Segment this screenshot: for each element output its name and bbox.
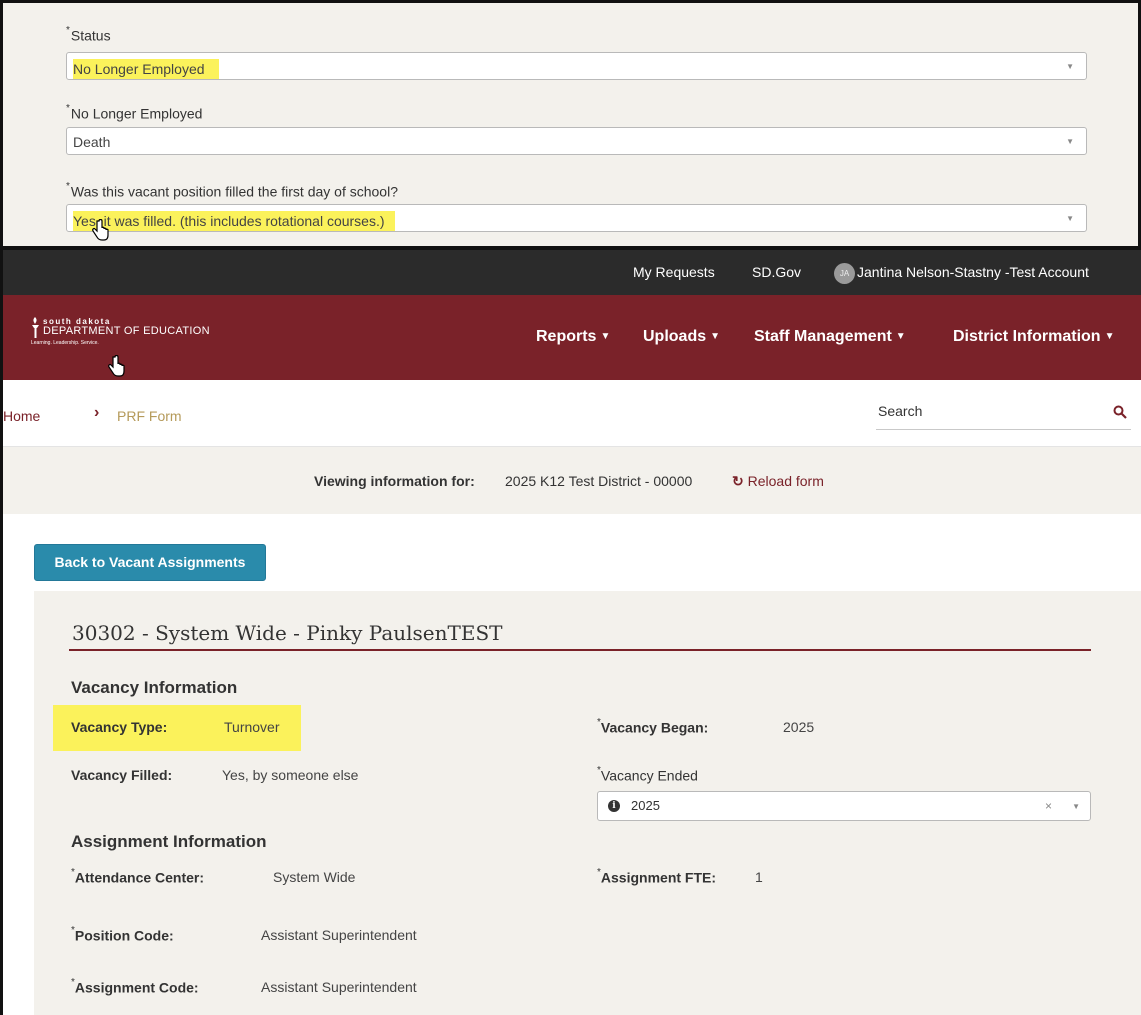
- status-value: No Longer Employed: [73, 59, 219, 79]
- vacancy-section-heading: Vacancy Information: [71, 678, 238, 697]
- vacancy-ended-value: 2025: [631, 798, 660, 813]
- position-filled-label: *Was this vacant position filled the fir…: [66, 181, 398, 200]
- main-navbar: south dakota DEPARTMENT OF EDUCATION Lea…: [3, 295, 1141, 380]
- status-label: *Status: [66, 25, 111, 44]
- reload-form-link[interactable]: ↻ Reload form: [732, 473, 824, 490]
- vacancy-type-value: Turnover: [224, 719, 280, 735]
- breadcrumb-current: PRF Form: [117, 408, 182, 424]
- assignment-code-label: *Assignment Code:: [71, 977, 199, 996]
- utility-bar: My Requests SD.Gov JA Jantina Nelson-Sta…: [3, 246, 1141, 295]
- vacancy-began-label: *Vacancy Began:: [597, 717, 709, 736]
- assignment-code-value: Assistant Superintendent: [261, 979, 417, 995]
- clear-icon[interactable]: ×: [1045, 799, 1052, 813]
- caret-down-icon: ▼: [710, 331, 721, 342]
- attendance-center-label: *Attendance Center:: [71, 867, 205, 886]
- chevron-down-icon: ▼: [1066, 62, 1074, 71]
- chevron-down-icon: ▼: [1072, 802, 1080, 811]
- hand-cursor-icon: [92, 219, 109, 241]
- vacancy-filled-label: Vacancy Filled:: [71, 767, 173, 783]
- breadcrumb-home[interactable]: Home: [3, 408, 40, 424]
- chevron-down-icon: ▼: [1066, 137, 1074, 146]
- caret-down-icon: ▼: [600, 331, 611, 342]
- position-filled-select[interactable]: Yes, it was filled. (this includes rotat…: [66, 204, 1087, 232]
- no-longer-employed-select[interactable]: Death ▼: [66, 127, 1087, 155]
- vacancy-type-label: Vacancy Type:: [71, 719, 168, 735]
- nav-uploads[interactable]: Uploads ▼: [643, 328, 720, 346]
- assignment-fte-label: *Assignment FTE:: [597, 867, 717, 886]
- nav-district-information[interactable]: District Information ▼: [953, 328, 1114, 346]
- sd-gov-link[interactable]: SD.Gov: [752, 264, 801, 280]
- position-filled-value: Yes, it was filled. (this includes rotat…: [73, 211, 395, 231]
- my-requests-link[interactable]: My Requests: [633, 264, 715, 280]
- search-icon[interactable]: [1113, 405, 1127, 419]
- title-divider: [69, 649, 1091, 651]
- caret-down-icon: ▼: [895, 331, 906, 342]
- breadcrumb: Home › PRF Form Search: [3, 380, 1141, 447]
- attendance-center-value: System Wide: [273, 869, 356, 885]
- viewing-info-bar: Viewing information for: 2025 K12 Test D…: [3, 447, 1141, 514]
- position-code-label: *Position Code:: [71, 925, 174, 944]
- page-title: 30302 - System Wide - Pinky PaulsenTEST: [72, 621, 503, 645]
- assignment-fte-value: 1: [755, 869, 763, 885]
- chevron-right-icon: ›: [94, 404, 100, 421]
- status-select[interactable]: No Longer Employed ▼: [66, 52, 1087, 80]
- vacancy-filled-value: Yes, by someone else: [222, 767, 359, 783]
- back-to-vacant-assignments-button[interactable]: Back to Vacant Assignments: [34, 544, 266, 581]
- logo-tagline: Learning. Leadership. Service.: [31, 340, 99, 346]
- form-excerpt-panel: *Status No Longer Employed ▼ *No Longer …: [0, 0, 1141, 246]
- nav-staff-management[interactable]: Staff Management ▼: [754, 328, 906, 346]
- no-longer-employed-value: Death: [73, 134, 111, 150]
- chevron-down-icon: ▼: [1066, 214, 1074, 223]
- torch-icon: [32, 317, 39, 338]
- user-account-link[interactable]: Jantina Nelson-Stastny -Test Account: [857, 264, 1089, 280]
- search-label: Search: [878, 403, 923, 419]
- assignment-section-heading: Assignment Information: [71, 832, 267, 851]
- info-icon: i: [608, 800, 620, 812]
- avatar: JA: [834, 263, 855, 284]
- vacancy-ended-label: *Vacancy Ended: [597, 765, 698, 784]
- viewing-label: Viewing information for:: [314, 473, 475, 489]
- viewing-district: 2025 K12 Test District - 00000: [505, 473, 693, 489]
- nav-reports[interactable]: Reports ▼: [536, 328, 610, 346]
- hand-cursor-icon: [108, 355, 125, 377]
- no-longer-employed-label: *No Longer Employed: [66, 103, 203, 122]
- caret-down-icon: ▼: [1104, 331, 1115, 342]
- refresh-icon: ↻: [732, 473, 744, 489]
- vacancy-ended-select[interactable]: i 2025 × ▼: [597, 791, 1091, 821]
- vacancy-began-value: 2025: [783, 719, 815, 735]
- logo-dept-text: DEPARTMENT OF EDUCATION: [43, 325, 210, 337]
- assignment-card: 30302 - System Wide - Pinky PaulsenTEST …: [34, 591, 1141, 1015]
- position-code-value: Assistant Superintendent: [261, 927, 417, 943]
- main-page: My Requests SD.Gov JA Jantina Nelson-Sta…: [0, 246, 1141, 1015]
- search-input[interactable]: Search: [876, 400, 1131, 430]
